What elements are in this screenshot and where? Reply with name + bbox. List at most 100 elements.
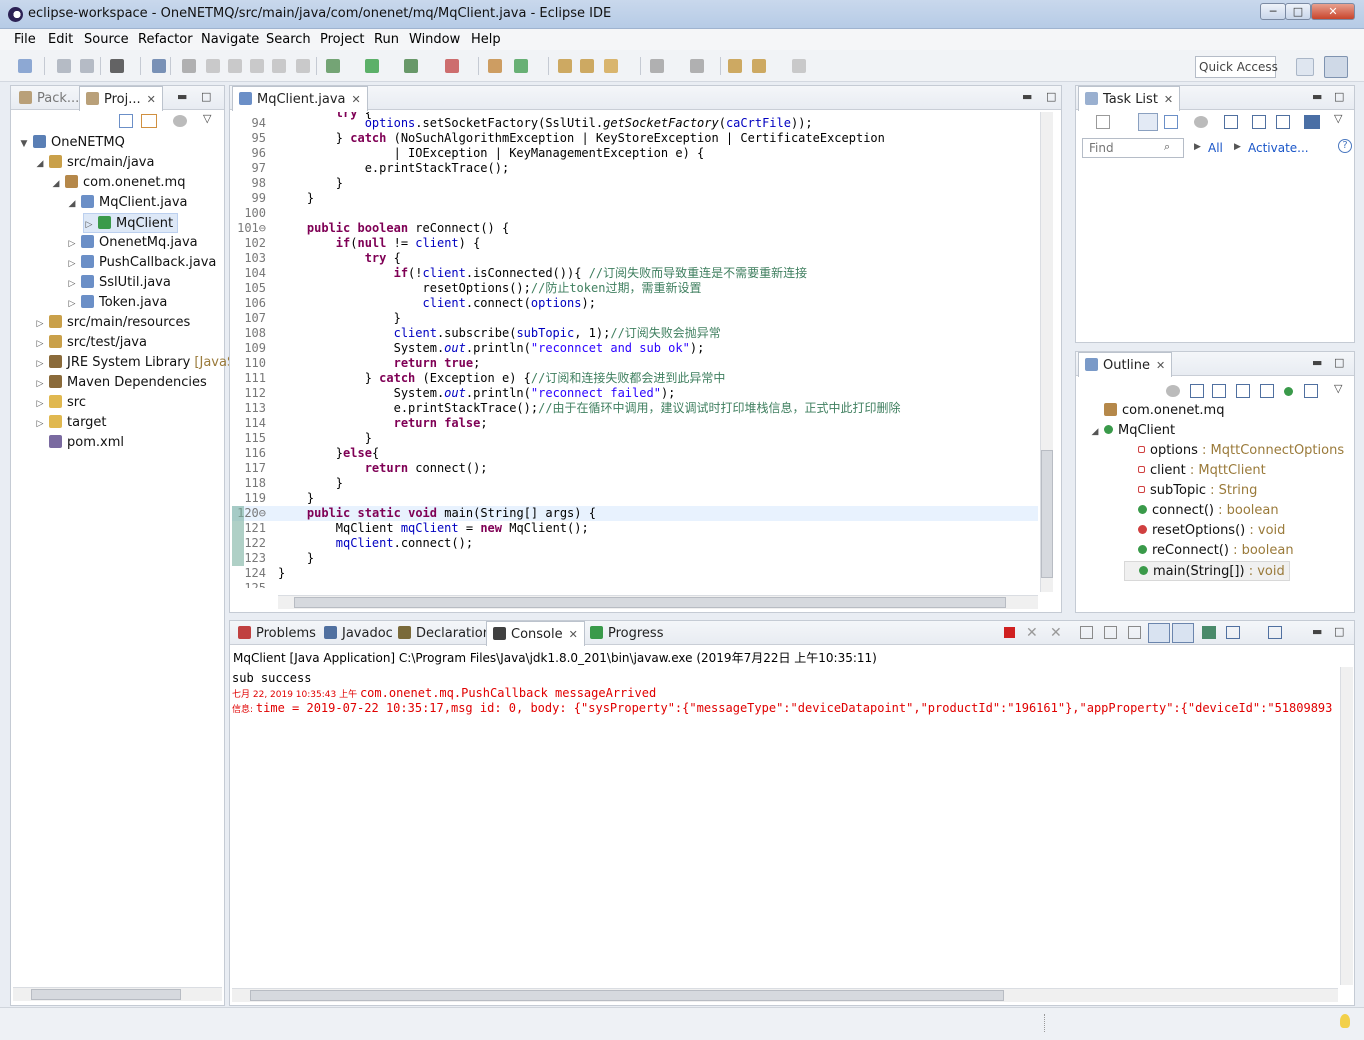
- minimize-button[interactable]: ─: [1260, 3, 1286, 20]
- menu-navigate[interactable]: Navigate: [201, 32, 259, 47]
- expand-toggle-icon[interactable]: ▷: [35, 354, 45, 374]
- expand-toggle-icon[interactable]: ▷: [67, 274, 77, 294]
- maximize-view-icon[interactable]: □: [1334, 356, 1344, 369]
- save-all-icon[interactable]: [80, 59, 94, 73]
- expand-toggle-icon[interactable]: ▷: [67, 234, 77, 254]
- view-menu-icon[interactable]: ▽: [203, 112, 211, 125]
- expand-toggle-icon[interactable]: ▷: [67, 254, 77, 274]
- remove-all-launches-icon[interactable]: ✕: [1050, 625, 1062, 641]
- tab-mqclient-java[interactable]: MqClient.java ✕: [232, 86, 368, 111]
- open-console-icon[interactable]: [1268, 626, 1282, 639]
- expand-all-icon[interactable]: [1276, 115, 1290, 129]
- all-link[interactable]: All: [1208, 141, 1223, 155]
- tab-package-explorer[interactable]: Pack...: [13, 86, 85, 110]
- expand-toggle-icon[interactable]: ▷: [84, 215, 94, 235]
- activate-link[interactable]: Activate...: [1248, 141, 1309, 155]
- menu-window[interactable]: Window: [409, 32, 460, 47]
- back-icon[interactable]: [752, 59, 766, 73]
- view-menu-icon[interactable]: ▽: [1334, 382, 1342, 395]
- new-java-project-icon[interactable]: [488, 59, 502, 73]
- java-perspective-icon[interactable]: [1324, 56, 1348, 78]
- expand-toggle-icon[interactable]: ▷: [35, 334, 45, 354]
- categorized-icon[interactable]: [1138, 113, 1158, 131]
- tree-item[interactable]: ▷ src/test/java: [35, 333, 147, 353]
- maximize-button[interactable]: □: [1285, 3, 1311, 20]
- tree-item[interactable]: ▷ OnenetMq.java: [67, 233, 198, 253]
- outline-item[interactable]: connect() : boolean: [1124, 501, 1279, 521]
- last-edit-icon[interactable]: [728, 59, 742, 73]
- hide-local-types-icon[interactable]: [1304, 384, 1318, 398]
- maximize-view-icon[interactable]: □: [1334, 625, 1344, 638]
- hide-completed-icon[interactable]: [1224, 115, 1238, 129]
- hide-non-public-icon[interactable]: [1284, 387, 1293, 396]
- synchronize-icon[interactable]: [1304, 115, 1320, 129]
- save-icon[interactable]: [57, 59, 71, 73]
- tree-item[interactable]: ▷ JRE System Library [JavaSE: [35, 353, 243, 373]
- tab-project-explorer[interactable]: Proj... ✕: [79, 86, 163, 111]
- tree-item[interactable]: ◢ MqClient.java: [67, 193, 187, 213]
- tab-declaration[interactable]: Declaration: [392, 621, 497, 645]
- pin-console-icon[interactable]: [1202, 626, 1216, 639]
- search-icon[interactable]: [580, 59, 594, 73]
- menu-search[interactable]: Search: [266, 32, 311, 47]
- maximize-view-icon[interactable]: □: [1334, 90, 1344, 103]
- expand-toggle-icon[interactable]: ▼: [19, 134, 29, 154]
- close-tab-icon[interactable]: ✕: [351, 93, 360, 106]
- tree-item[interactable]: ▷ Maven Dependencies: [35, 373, 207, 393]
- maximize-view-icon[interactable]: □: [201, 90, 211, 103]
- minimize-view-icon[interactable]: ▬: [1312, 625, 1322, 638]
- new-task-icon[interactable]: [1096, 115, 1110, 129]
- tree-item[interactable]: ▷ src: [35, 393, 86, 413]
- forward-icon[interactable]: [792, 59, 806, 73]
- console-output[interactable]: sub success 七月 22, 2019 10:35:43 上午 com.o…: [232, 669, 1332, 979]
- outline-item[interactable]: ◢ MqClient: [1090, 421, 1176, 441]
- console-vertical-scrollbar[interactable]: [1340, 667, 1353, 985]
- mark-occurrences-icon[interactable]: [228, 59, 242, 73]
- maximize-editor-icon[interactable]: □: [1046, 90, 1056, 103]
- help-icon[interactable]: ?: [1338, 139, 1352, 153]
- new-icon[interactable]: [18, 59, 32, 73]
- tree-item[interactable]: ▷ target: [35, 413, 107, 433]
- menu-file[interactable]: File: [14, 32, 36, 47]
- word-wrap-icon[interactable]: [1128, 626, 1141, 639]
- minimize-view-icon[interactable]: ▬: [177, 90, 187, 103]
- new-class-icon[interactable]: [514, 59, 528, 73]
- close-tab-icon[interactable]: ✕: [147, 93, 156, 106]
- minimize-view-icon[interactable]: ▬: [1312, 90, 1322, 103]
- outline-item[interactable]: reConnect() : boolean: [1124, 541, 1294, 561]
- filter-icon[interactable]: [1194, 116, 1208, 128]
- hide-fields-icon[interactable]: [1236, 384, 1250, 398]
- expand-toggle-icon[interactable]: ▷: [35, 314, 45, 334]
- collapse-all-icon[interactable]: [119, 114, 133, 128]
- outline-item[interactable]: com.onenet.mq: [1090, 401, 1224, 421]
- expand-toggle-icon[interactable]: ▷: [35, 374, 45, 394]
- notification-bulb-icon[interactable]: [1340, 1014, 1350, 1028]
- open-task-icon[interactable]: [182, 59, 196, 73]
- terminate-icon[interactable]: [1004, 627, 1015, 638]
- tree-item[interactable]: pom.xml: [35, 433, 124, 453]
- close-tab-icon[interactable]: ✕: [1156, 359, 1165, 372]
- tree-item[interactable]: ◢ src/main/java: [35, 153, 154, 173]
- minimize-view-icon[interactable]: ▬: [1312, 356, 1322, 369]
- tab-task-list[interactable]: Task List ✕: [1078, 86, 1181, 111]
- next-annotation-icon[interactable]: [650, 59, 664, 73]
- debug-icon[interactable]: [326, 59, 340, 73]
- show-whitespace-icon[interactable]: [272, 59, 286, 73]
- tab-javadoc[interactable]: Javadoc: [318, 621, 399, 645]
- scroll-lock-icon[interactable]: [1104, 626, 1117, 639]
- tab-problems[interactable]: Problems: [232, 621, 322, 645]
- open-perspective-icon[interactable]: [1296, 58, 1314, 76]
- filter-icon[interactable]: [173, 115, 187, 127]
- outline-item[interactable]: main(String[]) : void: [1124, 561, 1290, 581]
- menu-project[interactable]: Project: [320, 32, 364, 47]
- tab-progress[interactable]: Progress: [584, 621, 669, 645]
- tree-item[interactable]: ▷ Token.java: [67, 293, 167, 313]
- outline-item[interactable]: options : MqttConnectOptions: [1124, 441, 1344, 461]
- outline-item[interactable]: resetOptions() : void: [1124, 521, 1285, 541]
- block-selection-icon[interactable]: [250, 59, 264, 73]
- edit-icon[interactable]: [206, 59, 220, 73]
- coverage-icon[interactable]: [404, 59, 418, 73]
- close-button[interactable]: ✕: [1311, 3, 1355, 20]
- menu-run[interactable]: Run: [374, 32, 399, 47]
- close-tab-icon[interactable]: ✕: [569, 628, 578, 641]
